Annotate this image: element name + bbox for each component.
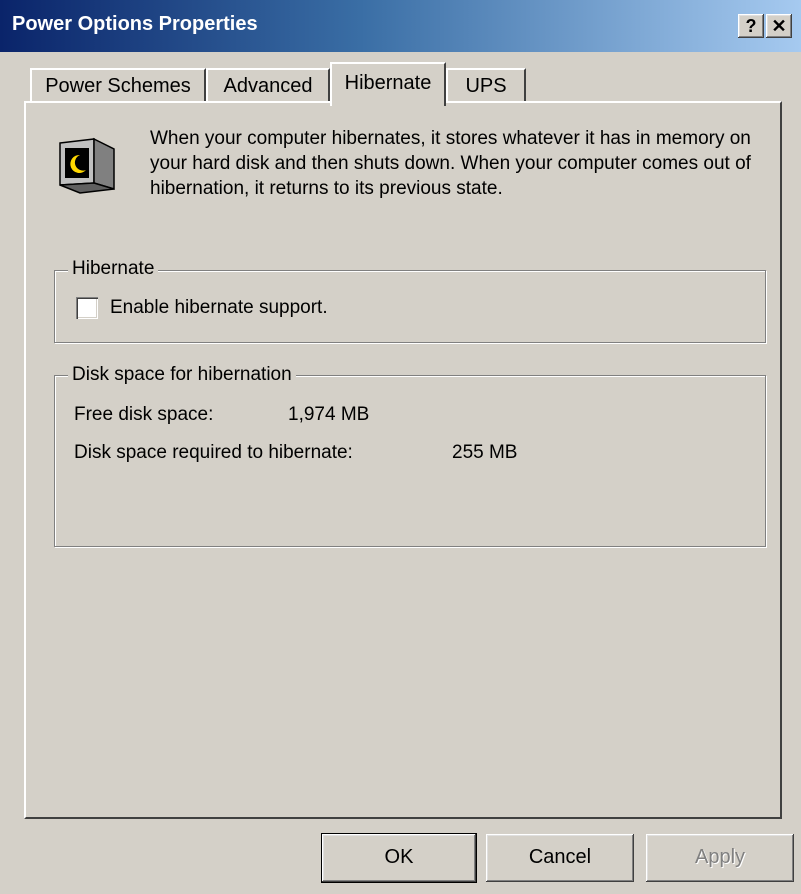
hibernate-monitor-moon-icon <box>54 137 120 195</box>
free-disk-space-label: Free disk space: <box>74 404 214 425</box>
window-title: Power Options Properties <box>12 13 258 35</box>
cancel-button[interactable]: Cancel <box>486 834 634 882</box>
help-button[interactable]: ? <box>738 14 764 38</box>
ok-button[interactable]: OK <box>321 833 477 883</box>
tab-ups[interactable]: UPS <box>446 68 526 101</box>
close-button[interactable]: ✕ <box>766 14 792 38</box>
disk-space-group-legend: Disk space for hibernation <box>68 364 296 386</box>
title-bar[interactable]: Power Options Properties ? ✕ <box>0 0 801 52</box>
tab-power-schemes[interactable]: Power Schemes <box>30 68 206 101</box>
enable-hibernate-label[interactable]: Enable hibernate support. <box>110 297 328 319</box>
power-options-dialog: Power Options Properties ? ✕ Power Schem… <box>0 0 801 894</box>
required-disk-space-value: 255 MB <box>452 442 518 463</box>
hibernate-group-legend: Hibernate <box>68 258 159 280</box>
tab-hibernate[interactable]: Hibernate <box>330 62 446 106</box>
hibernate-description: When your computer hibernates, it stores… <box>150 128 751 199</box>
enable-hibernate-checkbox[interactable] <box>76 297 98 319</box>
required-disk-space-label: Disk space required to hibernate: <box>74 442 353 463</box>
tab-advanced[interactable]: Advanced <box>206 68 330 101</box>
free-disk-space-value: 1,974 MB <box>288 404 370 425</box>
apply-button[interactable]: Apply <box>646 834 794 882</box>
